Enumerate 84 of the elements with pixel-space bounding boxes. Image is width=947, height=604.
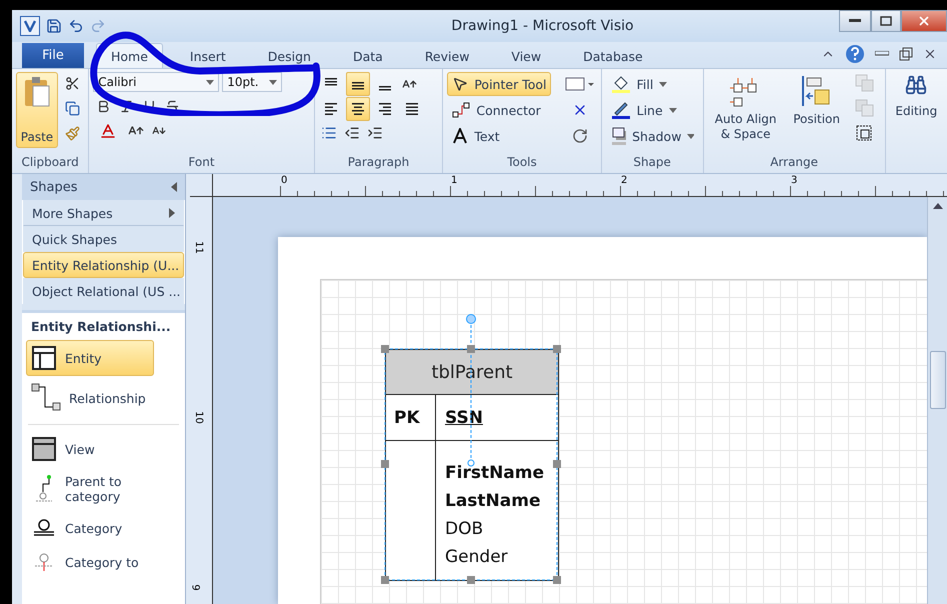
minimize-icon[interactable] bbox=[875, 51, 889, 57]
vertical-scrollbar[interactable] bbox=[927, 197, 947, 604]
minimize-icon bbox=[849, 19, 861, 23]
shape-master[interactable]: Category to bbox=[26, 547, 176, 577]
key-label: PK bbox=[394, 408, 421, 428]
close-button[interactable] bbox=[901, 10, 947, 32]
tool-button[interactable]: Pointer Tool bbox=[447, 72, 552, 96]
table-icon bbox=[31, 345, 57, 371]
scroll-up-icon[interactable] bbox=[932, 201, 944, 211]
paint-bucket-icon bbox=[610, 75, 631, 93]
pointer-icon bbox=[452, 76, 468, 92]
shadow-icon bbox=[610, 127, 626, 145]
clipboard-icon bbox=[23, 76, 51, 108]
window-icon bbox=[31, 436, 57, 462]
letter-a-icon bbox=[452, 128, 468, 144]
caret-icon[interactable] bbox=[659, 82, 668, 86]
stencil-item[interactable]: More Shapes bbox=[23, 200, 184, 226]
undo-icon[interactable] bbox=[68, 18, 84, 34]
shape-format-button[interactable]: Line bbox=[606, 98, 699, 122]
ribbon-tab[interactable]: Design bbox=[252, 43, 326, 68]
ribbon-tab[interactable]: Insert bbox=[174, 43, 241, 68]
key-field: SSN bbox=[445, 408, 549, 428]
tool-button[interactable]: Connector bbox=[447, 98, 546, 122]
shape-master[interactable]: Relationship bbox=[26, 380, 176, 416]
caret-icon[interactable] bbox=[668, 108, 677, 112]
save-icon[interactable] bbox=[46, 18, 62, 34]
shape-format-button[interactable]: Fill bbox=[606, 72, 699, 96]
maximize-icon bbox=[880, 16, 892, 26]
category-icon bbox=[31, 517, 57, 539]
submenu-arrow-icon bbox=[169, 208, 175, 218]
stencil-title: Entity Relationshi... bbox=[30, 318, 172, 336]
ribbon-tab[interactable]: Review bbox=[410, 43, 484, 68]
connector-icon bbox=[31, 383, 61, 413]
shape-master[interactable]: Entity bbox=[26, 340, 154, 376]
binoculars-icon bbox=[905, 74, 928, 96]
group-label: Tools bbox=[506, 155, 538, 171]
collapse-arrow-icon[interactable] bbox=[171, 182, 177, 192]
caret-icon[interactable] bbox=[687, 134, 694, 138]
group-label: Font bbox=[187, 155, 216, 171]
tool-button[interactable]: Text bbox=[447, 124, 505, 148]
scrollbar-thumb[interactable] bbox=[930, 351, 946, 409]
help-icon[interactable] bbox=[845, 44, 865, 64]
group-label: Arrange bbox=[769, 155, 820, 171]
position-button[interactable]: Position bbox=[788, 72, 846, 155]
restore-icon[interactable] bbox=[899, 47, 913, 61]
shape-master[interactable]: Parent to category bbox=[26, 469, 176, 509]
stencil-item[interactable]: Entity Relationship (U... bbox=[23, 252, 184, 278]
group-label: Paragraph bbox=[346, 155, 410, 171]
attribute-field: FirstName bbox=[445, 463, 549, 483]
pen-line-icon bbox=[610, 101, 631, 119]
ribbon-tab[interactable]: View bbox=[496, 43, 556, 68]
font-size-field[interactable]: 10pt. bbox=[222, 72, 282, 92]
paste-button[interactable]: Paste bbox=[16, 72, 58, 148]
entity-shape[interactable]: tblParent PK SSN FirstName LastName DOB Gender bbox=[385, 349, 559, 581]
attribute-field: Gender bbox=[445, 547, 549, 567]
panel-title: Shapes bbox=[30, 180, 78, 194]
file-tab[interactable]: File bbox=[22, 43, 84, 68]
vertical-align-icon[interactable] bbox=[346, 72, 370, 96]
shape-master[interactable]: View bbox=[26, 433, 176, 465]
shape-master[interactable]: Category bbox=[26, 513, 176, 543]
auto-align-button[interactable]: Auto Align & Space bbox=[708, 72, 784, 155]
font-name-field[interactable]: Calibri bbox=[93, 72, 220, 92]
entity-title: tblParent bbox=[386, 350, 558, 395]
group-label: Shape bbox=[632, 155, 672, 171]
text-align-icon[interactable] bbox=[346, 97, 370, 121]
caret-icon[interactable] bbox=[269, 80, 278, 84]
close-icon bbox=[917, 14, 931, 28]
stencil-item[interactable]: Object Relational (US ... bbox=[23, 278, 184, 304]
stencil-item[interactable]: Quick Shapes bbox=[23, 226, 184, 252]
ribbon-tab[interactable]: Data bbox=[338, 43, 398, 68]
maximize-button[interactable] bbox=[871, 10, 901, 32]
close-icon[interactable] bbox=[923, 47, 937, 61]
group-label: Clipboard bbox=[20, 155, 80, 171]
app-logo-icon bbox=[20, 16, 40, 36]
window-title: Drawing1 - Microsoft Visio bbox=[450, 18, 635, 34]
connector-icon bbox=[452, 102, 470, 118]
vertical-ruler: 11 10 9 bbox=[190, 197, 213, 604]
caret-icon[interactable] bbox=[206, 80, 214, 84]
minimize-button[interactable] bbox=[839, 10, 871, 32]
attribute-field: LastName bbox=[445, 491, 549, 511]
shape-format-button[interactable]: Shadow bbox=[606, 124, 699, 148]
ribbon-tab[interactable]: Database bbox=[568, 43, 658, 68]
editing-button[interactable]: Editing bbox=[890, 72, 944, 121]
attribute-field: DOB bbox=[445, 519, 549, 539]
